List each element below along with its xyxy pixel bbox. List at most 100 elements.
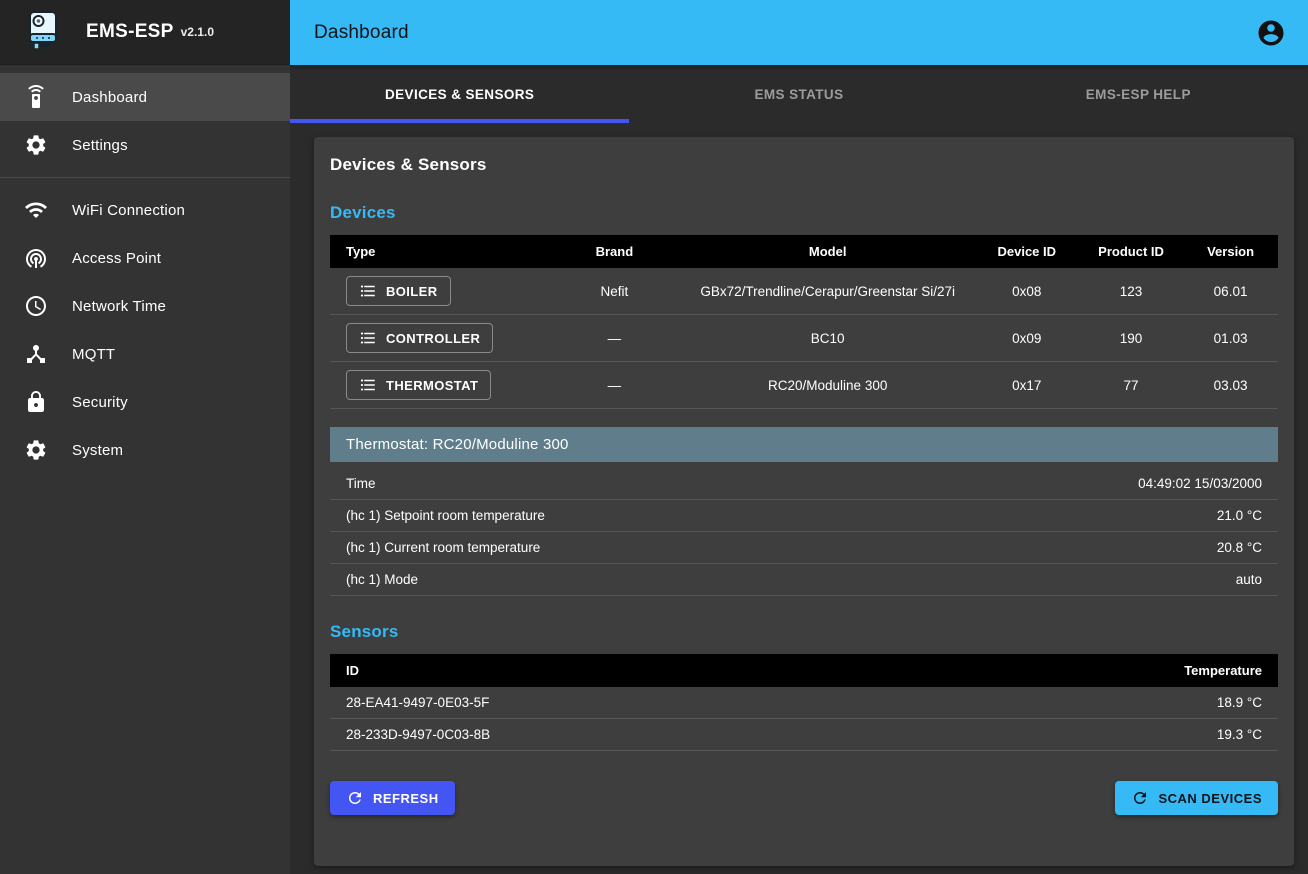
sidebar-item-label: Security bbox=[72, 394, 128, 411]
device-type-cell: THERMOSTAT bbox=[330, 362, 548, 409]
devices-column-header: Product ID bbox=[1079, 235, 1183, 268]
device-product-id: 123 bbox=[1079, 268, 1183, 315]
tab-ems-esp-help[interactable]: EMS-ESP HELP bbox=[969, 65, 1308, 123]
clock-icon bbox=[24, 294, 48, 318]
device-detail-row: Time 04:49:02 15/03/2000 bbox=[330, 468, 1278, 500]
sidebar-item-label: Dashboard bbox=[72, 89, 147, 106]
list-icon bbox=[359, 329, 377, 347]
refresh-icon bbox=[346, 789, 364, 807]
wifi-tethering-icon bbox=[24, 246, 48, 270]
device-type-button[interactable]: CONTROLLER bbox=[346, 323, 493, 353]
device-product-id: 77 bbox=[1079, 362, 1183, 409]
device-detail-row: (hc 1) Current room temperature 20.8 °C bbox=[330, 532, 1278, 564]
detail-label: (hc 1) Setpoint room temperature bbox=[346, 508, 545, 523]
tab-indicator bbox=[969, 119, 1308, 123]
detail-value: 21.0 °C bbox=[1217, 508, 1262, 523]
settings-remote-icon bbox=[24, 85, 48, 109]
sidebar-item-security[interactable]: Security bbox=[0, 378, 290, 426]
device-id: 0x17 bbox=[975, 362, 1079, 409]
list-icon bbox=[359, 282, 377, 300]
device-type-cell: CONTROLLER bbox=[330, 315, 548, 362]
app-title: EMS-ESP bbox=[86, 21, 174, 43]
lock-icon bbox=[24, 390, 48, 414]
sidebar-item-label: System bbox=[72, 442, 123, 459]
devices-column-header: Version bbox=[1183, 235, 1278, 268]
detail-label: (hc 1) Current room temperature bbox=[346, 540, 540, 555]
actions-row: REFRESH SCAN DEVICES bbox=[330, 781, 1278, 815]
scan-devices-button[interactable]: SCAN DEVICES bbox=[1115, 781, 1278, 815]
refresh-button-label: REFRESH bbox=[373, 791, 439, 806]
sidebar-item-label: Network Time bbox=[72, 298, 166, 315]
sensor-temperature: 19.3 °C bbox=[914, 719, 1278, 751]
sidebar-item-wifi-connection[interactable]: WiFi Connection bbox=[0, 186, 290, 234]
sensor-row: 28-233D-9497-0C03-8B19.3 °C bbox=[330, 719, 1278, 751]
page-title: Dashboard bbox=[314, 22, 1256, 44]
device-type-label: BOILER bbox=[386, 284, 438, 299]
sensor-id: 28-EA41-9497-0E03-5F bbox=[330, 687, 914, 719]
device-row[interactable]: BOILERNefitGBx72/Trendline/Cerapur/Green… bbox=[330, 268, 1278, 315]
detail-value: 04:49:02 15/03/2000 bbox=[1138, 476, 1262, 491]
sensors-column-header: Temperature bbox=[914, 654, 1278, 687]
detail-label: Time bbox=[346, 476, 376, 491]
device-detail-list: Time 04:49:02 15/03/2000 (hc 1) Setpoint r… bbox=[330, 468, 1278, 596]
main-area: Dashboard DEVICES & SENSORSEMS STATUSEMS… bbox=[290, 0, 1308, 874]
device-model: GBx72/Trendline/Cerapur/Greenstar Si/27i bbox=[681, 268, 975, 315]
device-hub-icon bbox=[24, 342, 48, 366]
tab-indicator bbox=[629, 119, 968, 123]
wifi-icon bbox=[24, 198, 48, 222]
app-version: v2.1.0 bbox=[181, 25, 214, 39]
boiler-logo-icon bbox=[26, 10, 60, 54]
device-type-button[interactable]: BOILER bbox=[346, 276, 451, 306]
device-brand: — bbox=[548, 362, 681, 409]
card-title: Devices & Sensors bbox=[330, 155, 1278, 175]
scan-devices-button-label: SCAN DEVICES bbox=[1158, 791, 1262, 806]
sidebar-item-system[interactable]: System bbox=[0, 426, 290, 474]
device-row[interactable]: THERMOSTAT —RC20/Moduline 3000x177703.03 bbox=[330, 362, 1278, 409]
tab-indicator bbox=[290, 119, 629, 123]
device-brand: — bbox=[548, 315, 681, 362]
sidebar-item-label: WiFi Connection bbox=[72, 202, 185, 219]
account-circle-icon[interactable] bbox=[1256, 18, 1286, 48]
device-type-cell: BOILER bbox=[330, 268, 548, 315]
devices-column-header: Device ID bbox=[975, 235, 1079, 268]
tab-ems-status[interactable]: EMS STATUS bbox=[629, 65, 968, 123]
sidebar-item-network-time[interactable]: Network Time bbox=[0, 282, 290, 330]
device-detail-row: (hc 1) Setpoint room temperature 21.0 °C bbox=[330, 500, 1278, 532]
sidebar-item-access-point[interactable]: Access Point bbox=[0, 234, 290, 282]
refresh-button[interactable]: REFRESH bbox=[330, 781, 455, 815]
tab-devices-sensors[interactable]: DEVICES & SENSORS bbox=[290, 65, 629, 123]
detail-value: 20.8 °C bbox=[1217, 540, 1262, 555]
sensor-id: 28-233D-9497-0C03-8B bbox=[330, 719, 914, 751]
sidebar-header: EMS-ESP v2.1.0 bbox=[0, 0, 290, 65]
gear-icon bbox=[24, 133, 48, 157]
sidebar-item-label: Settings bbox=[72, 137, 128, 154]
sidebar: EMS-ESP v2.1.0 Dashboard Settings WiFi Con… bbox=[0, 0, 290, 874]
device-version: 01.03 bbox=[1183, 315, 1278, 362]
device-row[interactable]: CONTROLLER—BC100x0919001.03 bbox=[330, 315, 1278, 362]
device-version: 03.03 bbox=[1183, 362, 1278, 409]
detail-value: auto bbox=[1236, 572, 1262, 587]
devices-table-header: TypeBrandModelDevice IDProduct IDVersion bbox=[330, 235, 1278, 268]
sidebar-item-label: MQTT bbox=[72, 346, 115, 363]
device-type-label: CONTROLLER bbox=[386, 331, 480, 346]
sidebar-item-dashboard[interactable]: Dashboard bbox=[0, 73, 290, 121]
content-area: Devices & Sensors Devices TypeBrandModel… bbox=[290, 123, 1308, 874]
list-icon bbox=[359, 376, 377, 394]
refresh-icon bbox=[1131, 789, 1149, 807]
device-id: 0x09 bbox=[975, 315, 1079, 362]
sidebar-item-label: Access Point bbox=[72, 250, 161, 267]
devices-table: TypeBrandModelDevice IDProduct IDVersion… bbox=[330, 235, 1278, 409]
sensors-heading: Sensors bbox=[330, 622, 1278, 642]
sensors-table: IDTemperature 28-EA41-9497-0E03-5F18.9 °… bbox=[330, 654, 1278, 751]
sensors-column-header: ID bbox=[330, 654, 914, 687]
devices-column-header: Brand bbox=[548, 235, 681, 268]
detail-label: (hc 1) Mode bbox=[346, 572, 418, 587]
device-type-button[interactable]: THERMOSTAT bbox=[346, 370, 491, 400]
sidebar-item-settings[interactable]: Settings bbox=[0, 121, 290, 169]
sidebar-item-mqtt[interactable]: MQTT bbox=[0, 330, 290, 378]
devices-column-header: Model bbox=[681, 235, 975, 268]
device-model: RC20/Moduline 300 bbox=[681, 362, 975, 409]
gear-icon bbox=[24, 438, 48, 462]
sensor-temperature: 18.9 °C bbox=[914, 687, 1278, 719]
devices-column-header: Type bbox=[330, 235, 548, 268]
